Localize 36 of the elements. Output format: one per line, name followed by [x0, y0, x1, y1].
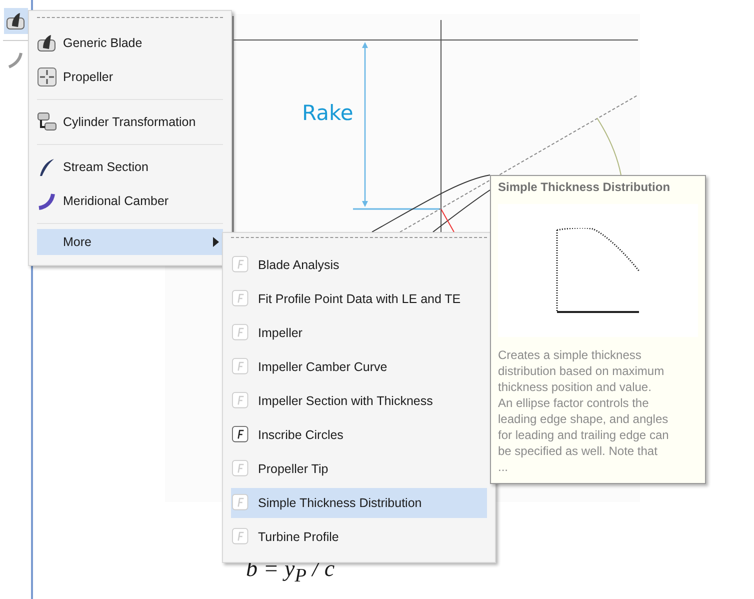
- menu-item[interactable]: Cylinder Transformation: [37, 105, 223, 139]
- blade-icon: [37, 33, 57, 53]
- tooltip-description: Creates a simple thickness distribution based on maximum thickness position and value. An ellipse factor controls the leading edge shape, and angles for leading and trailing edge can be specified as well. Note that ...: [498, 347, 670, 475]
- menu-item[interactable]: Generic Blade: [37, 26, 223, 60]
- curve-icon: [37, 191, 57, 211]
- menu-item[interactable]: Blade Analysis: [231, 250, 487, 280]
- toolbar-button[interactable]: [4, 8, 28, 34]
- pitch-angle-arc: [596, 118, 622, 176]
- function-icon: [232, 290, 250, 308]
- menu-item[interactable]: Impeller Camber Curve: [231, 352, 487, 382]
- tooltip-title: Simple Thickness Distribution: [498, 180, 672, 194]
- menu-item[interactable]: Fit Profile Point Data with LE and TE: [231, 284, 487, 314]
- menu-item[interactable]: Impeller: [231, 318, 487, 348]
- blade-icon: [6, 11, 26, 31]
- function-icon: [232, 358, 250, 376]
- submenu-arrow-icon: [213, 237, 219, 247]
- function-icon: [232, 426, 250, 444]
- menu-item[interactable]: Propeller: [37, 60, 223, 94]
- menu-item[interactable]: Meridional Camber: [37, 184, 223, 218]
- normal-line: [440, 208, 454, 232]
- menu-item[interactable]: Stream Section: [37, 150, 223, 184]
- menu-item[interactable]: Impeller Section with Thickness: [231, 386, 487, 416]
- function-icon: [232, 528, 250, 546]
- menu-item[interactable]: Simple Thickness Distribution: [231, 488, 487, 518]
- function-icon: [232, 392, 250, 410]
- cylinder-icon: [37, 112, 57, 132]
- menu-item[interactable]: Turbine Profile: [231, 522, 487, 552]
- function-icon: [232, 494, 250, 512]
- menu-item[interactable]: More: [37, 229, 223, 255]
- menu-item[interactable]: Propeller Tip: [231, 454, 487, 484]
- function-icon: [232, 460, 250, 478]
- function-icon: [232, 324, 250, 342]
- rake-label: Rake: [302, 101, 354, 125]
- function-icon: [232, 256, 250, 274]
- propeller-icon: [37, 67, 57, 87]
- menu-item[interactable]: Inscribe Circles: [231, 420, 487, 450]
